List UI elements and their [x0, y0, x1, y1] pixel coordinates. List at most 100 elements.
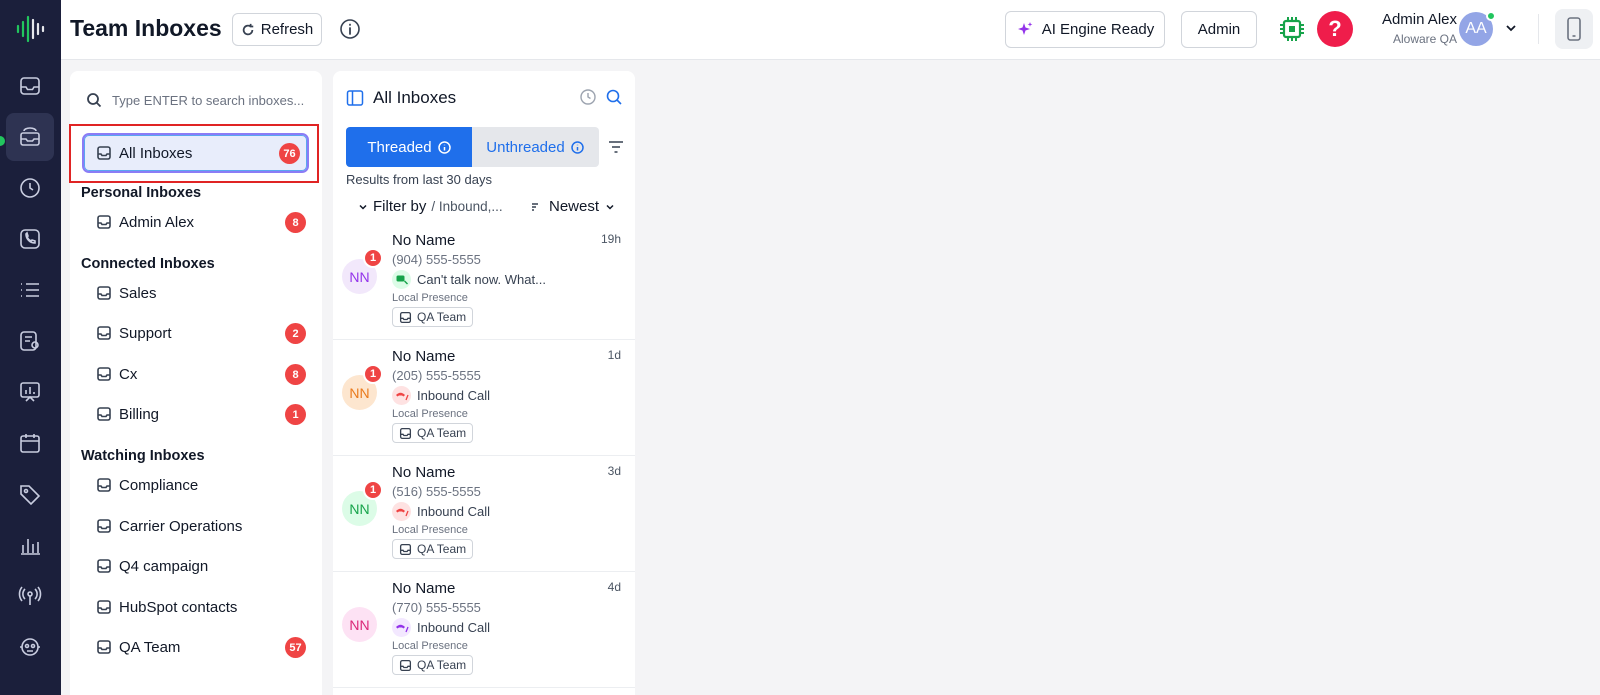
filter-by-dropdown[interactable]: Filter by / Inbound,... — [358, 198, 503, 215]
inbox-tag[interactable]: QA Team — [392, 307, 474, 327]
inbox-label: HubSpot contacts — [119, 598, 238, 616]
conversation-row[interactable]: NN 1 No Name 3d (516) 555-5555 Inbound C… — [333, 456, 635, 572]
refresh-icon — [242, 23, 253, 35]
history-icon — [20, 178, 40, 198]
last-message: Inbound Call — [392, 502, 490, 521]
rail-list-button[interactable] — [6, 266, 54, 314]
conversation-list-panel: All Inboxes Threaded Unthreaded Results … — [333, 71, 635, 695]
dialer-button[interactable] — [1555, 9, 1593, 49]
inbox-item-carrier-operations[interactable]: Carrier Operations — [84, 511, 306, 541]
inbox-label: Admin Alex — [119, 213, 195, 231]
rail-contacts-button[interactable] — [6, 317, 54, 365]
info-icon[interactable] — [339, 18, 361, 40]
inbox-item-cx[interactable]: Cx 8 — [84, 359, 306, 389]
ai-engine-button[interactable]: AI Engine Ready — [1005, 11, 1165, 48]
chip-icon[interactable] — [1279, 16, 1305, 42]
rail-history-button[interactable] — [6, 164, 54, 212]
inbox-tag-label: QA Team — [417, 426, 467, 440]
inbox-icon — [399, 427, 412, 439]
last-message-text: Inbound Call — [417, 504, 490, 519]
contact-phone: (904) 555-5555 — [392, 252, 481, 267]
contact-phone: (205) 555-5555 — [392, 368, 481, 383]
conversation-row[interactable]: NN 1 No Name 19h (904) 555-5555 Can't ta… — [333, 224, 635, 340]
ai-engine-label: AI Engine Ready — [1041, 21, 1155, 38]
integrations-icon — [20, 638, 40, 656]
tab-threaded[interactable]: Threaded — [346, 127, 472, 167]
inbox-item-qa-team[interactable]: QA Team 57 — [84, 632, 306, 662]
info-icon — [437, 140, 451, 154]
section-heading-connected: Connected Inboxes — [81, 256, 215, 272]
mobile-phone-icon — [1567, 17, 1581, 41]
rail-tags-button[interactable] — [6, 470, 54, 518]
unread-count-badge: 1 — [363, 480, 383, 500]
rail-phone-button[interactable] — [6, 215, 54, 263]
inbox-tag[interactable]: QA Team — [392, 423, 474, 443]
unread-count-badge: 1 — [285, 404, 306, 425]
rail-inbox-button[interactable] — [6, 62, 54, 110]
inbox-label: Sales — [119, 284, 157, 302]
inbox-item-support[interactable]: Support 2 — [84, 318, 306, 348]
inbox-tag-label: QA Team — [417, 310, 467, 324]
inbox-item-admin-alex[interactable]: Admin Alex 8 — [84, 207, 306, 237]
chevron-down-icon — [606, 204, 614, 210]
sort-icon — [532, 202, 538, 211]
inbox-icon — [97, 559, 111, 573]
inbox-tag-label: QA Team — [417, 658, 467, 672]
inbox-icon — [399, 543, 412, 555]
app-logo-icon[interactable] — [15, 14, 45, 44]
filter-by-value: / Inbound,... — [431, 199, 503, 214]
rail-integrations-button[interactable] — [6, 623, 54, 671]
unread-count-badge: 76 — [279, 143, 300, 164]
history-icon[interactable] — [579, 88, 597, 106]
last-message: Inbound Call — [392, 618, 490, 637]
inbox-item-q4-campaign[interactable]: Q4 campaign — [84, 551, 306, 581]
filter-lines-icon[interactable] — [607, 139, 625, 155]
inbox-tag-label: QA Team — [417, 542, 467, 556]
top-header: Team Inboxes Refresh AI Engine Ready Adm… — [61, 0, 1600, 60]
last-message-text: Can't talk now. What... — [417, 272, 546, 287]
conversation-time: 4d — [607, 580, 621, 594]
unread-count-badge: 8 — [285, 364, 306, 385]
inbox-item-all[interactable]: All Inboxes 76 — [84, 138, 306, 168]
inbox-item-compliance[interactable]: Compliance — [84, 470, 306, 500]
sort-dropdown[interactable]: Newest — [531, 198, 615, 215]
line-label: Local Presence — [392, 640, 468, 652]
rail-team-inbox-button[interactable] — [6, 113, 54, 161]
rail-analytics-button[interactable] — [6, 521, 54, 569]
inbox-tag[interactable]: QA Team — [392, 655, 474, 675]
inbox-label: Cx — [119, 365, 138, 383]
inbox-label: QA Team — [119, 638, 181, 656]
rail-calendar-button[interactable] — [6, 419, 54, 467]
inbox-item-sales[interactable]: Sales — [84, 278, 306, 308]
admin-button[interactable]: Admin — [1181, 11, 1257, 48]
inbox-tag[interactable]: QA Team — [392, 539, 474, 559]
inbox-item-billing[interactable]: Billing 1 — [84, 399, 306, 429]
sms-icon — [392, 270, 411, 289]
rail-broadcast-button[interactable] — [6, 572, 54, 620]
chevron-down-icon — [359, 204, 367, 210]
sort-label: Newest — [549, 198, 600, 215]
unread-count-badge: 2 — [285, 323, 306, 344]
inbox-icon — [97, 215, 111, 229]
contact-name: No Name — [392, 232, 456, 249]
user-name[interactable]: Admin Alex — [1377, 11, 1457, 28]
help-icon[interactable]: ? — [1317, 11, 1353, 47]
last-message: Can't talk now. What... — [392, 270, 546, 289]
tag-icon — [20, 485, 41, 506]
analytics-icon — [21, 539, 40, 555]
inbound-call-icon — [392, 386, 411, 405]
conversation-row[interactable]: NN No Name 4d (770) 555-5555 Inbound Cal… — [333, 572, 635, 688]
chevron-down-icon[interactable] — [1505, 22, 1517, 34]
sidebar-toggle-icon[interactable] — [346, 89, 364, 107]
calendar-icon — [20, 434, 40, 453]
inbox-search-input[interactable] — [112, 92, 310, 108]
search-icon[interactable] — [605, 88, 623, 106]
inbox-item-hubspot-contacts[interactable]: HubSpot contacts — [84, 592, 306, 622]
refresh-button[interactable]: Refresh — [232, 13, 322, 46]
conversation-row[interactable]: NN 1 No Name 1d (205) 555-5555 Inbound C… — [333, 340, 635, 456]
tab-threaded-label: Threaded — [367, 138, 432, 156]
section-heading-watching: Watching Inboxes — [81, 448, 205, 464]
tab-unthreaded[interactable]: Unthreaded — [472, 127, 598, 167]
rail-reports-button[interactable] — [6, 368, 54, 416]
contacts-icon — [20, 331, 39, 351]
